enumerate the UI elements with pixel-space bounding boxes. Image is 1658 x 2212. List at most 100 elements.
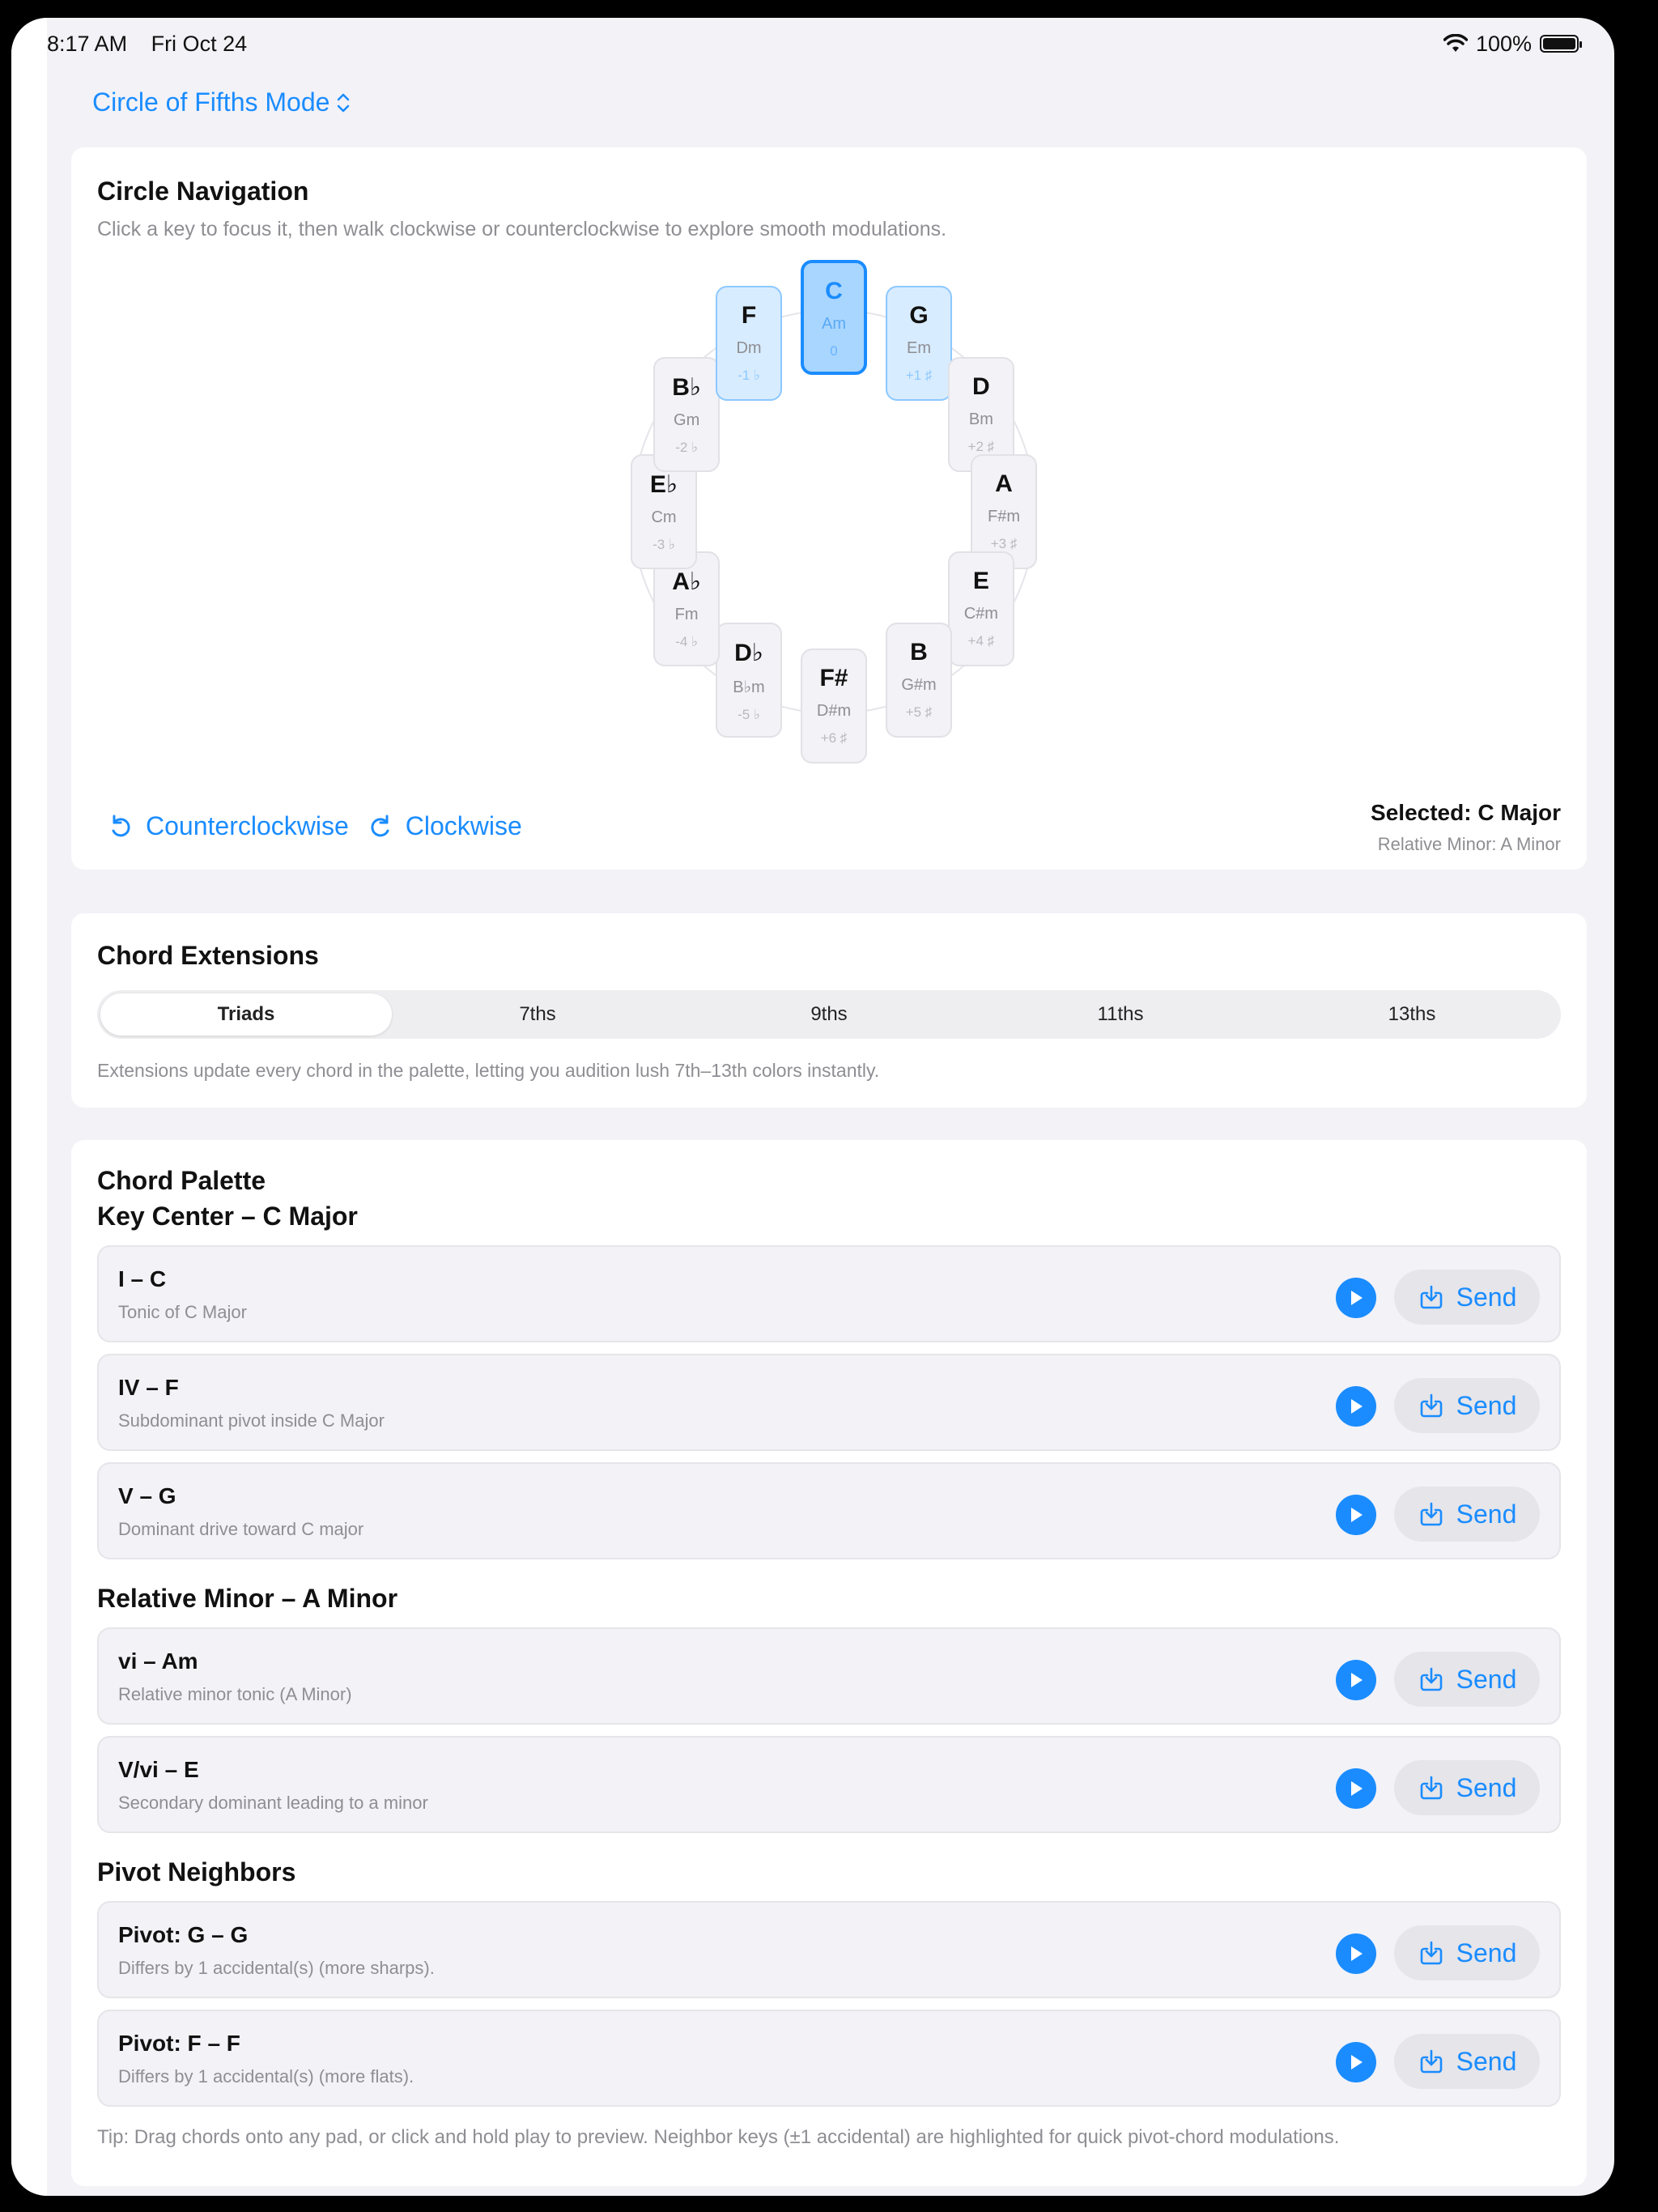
key-major-label: G	[909, 302, 929, 330]
selected-key-info: Selected: C Major Relative Minor: A Mino…	[1371, 800, 1561, 855]
chord-row[interactable]: Pivot: F – F Differs by 1 accidental(s) (…	[97, 2010, 1561, 2107]
chord-extensions-title: Chord Extensions	[97, 941, 319, 970]
chord-row[interactable]: I – C Tonic of C Major Send	[97, 1245, 1561, 1342]
play-button[interactable]	[1336, 1386, 1376, 1427]
chord-title: Pivot: G – G	[118, 1922, 249, 1947]
download-tray-icon	[1420, 1667, 1442, 1691]
key-acc-label: 0	[830, 343, 838, 359]
chord-description: Differs by 1 accidental(s) (more flats).	[118, 2066, 414, 2087]
segment-9ths[interactable]: 9ths	[683, 993, 975, 1036]
send-button[interactable]: Send	[1394, 1652, 1540, 1707]
play-icon	[1351, 1399, 1363, 1414]
key-button-6[interactable]: F# D#m +6 ♯	[801, 649, 867, 764]
send-button[interactable]: Send	[1394, 1925, 1540, 1980]
chord-row[interactable]: V/vi – E Secondary dominant leading to a …	[97, 1736, 1561, 1833]
play-button[interactable]	[1336, 1933, 1376, 1974]
key-button-7[interactable]: D♭ B♭m -5 ♭	[716, 622, 782, 738]
send-button[interactable]: Send	[1394, 1270, 1540, 1325]
key-button-0[interactable]: C Am 0	[801, 260, 867, 375]
key-button-5[interactable]: B G#m +5 ♯	[886, 622, 952, 738]
key-acc-label: -5 ♭	[738, 706, 760, 722]
key-major-label: E	[972, 568, 989, 594]
key-minor-label: Am	[822, 315, 846, 333]
chord-row[interactable]: IV – F Subdominant pivot inside C Major Se…	[97, 1354, 1561, 1451]
segment-triads[interactable]: Triads	[100, 993, 392, 1036]
key-major-label: B	[910, 638, 928, 666]
chord-row[interactable]: V – G Dominant drive toward C major Send	[97, 1462, 1561, 1559]
key-minor-label: Em	[907, 339, 931, 358]
key-acc-label: +3 ♯	[990, 536, 1018, 551]
key-major-label: C	[825, 278, 843, 304]
chord-title: Pivot: F – F	[118, 2031, 240, 2056]
chord-description: Dominant drive toward C major	[118, 1519, 364, 1539]
wifi-icon	[1443, 34, 1468, 52]
send-button[interactable]: Send	[1394, 1378, 1540, 1433]
section-title: Relative Minor – A Minor	[97, 1584, 398, 1613]
key-acc-label: +5 ♯	[905, 704, 933, 720]
battery-percent: 100%	[1475, 31, 1532, 56]
download-tray-icon	[1420, 1941, 1442, 1965]
counterclockwise-label: Counterclockwise	[146, 811, 349, 840]
circle-of-fifths: C Am 0 G Em +1 ♯ D Bm +2 ♯ A F#m +3 ♯ E C#m +4 ♯ B G#m +5…	[71, 260, 1587, 779]
mode-switch-label: Circle of Fifths Mode	[92, 87, 330, 117]
send-label: Send	[1456, 2046, 1517, 2076]
download-tray-icon	[1420, 1776, 1442, 1800]
key-acc-label: +4 ♯	[967, 633, 995, 649]
extensions-note: Extensions update every chord in the pal…	[97, 1060, 880, 1081]
key-major-label: F	[741, 302, 757, 330]
counterclockwise-button[interactable]: Counterclockwise	[107, 811, 349, 841]
chord-title: I – C	[118, 1266, 167, 1291]
section-title: Key Center – C Major	[97, 1202, 358, 1231]
key-button-11[interactable]: F Dm -1 ♭	[716, 286, 782, 402]
chord-palette-card: Chord Palette Tip: Drag chords onto any …	[71, 1140, 1587, 2186]
play-button[interactable]	[1336, 1278, 1376, 1318]
key-acc-label: +2 ♯	[967, 439, 995, 454]
key-acc-label: +1 ♯	[905, 368, 933, 384]
rotate-controls: Counterclockwise Clockwise	[107, 811, 522, 841]
key-major-label: B♭	[672, 374, 702, 401]
chord-title: V – G	[118, 1483, 176, 1508]
play-icon	[1351, 1508, 1363, 1522]
chord-palette-title: Chord Palette	[97, 1166, 266, 1195]
status-date: Fri Oct 24	[151, 31, 248, 56]
key-minor-label: F#m	[988, 508, 1020, 525]
play-icon	[1351, 1781, 1363, 1796]
chevron-updown-icon	[338, 93, 350, 112]
play-button[interactable]	[1336, 1495, 1376, 1535]
key-major-label: A♭	[672, 568, 702, 595]
chord-title: V/vi – E	[118, 1757, 199, 1782]
play-button[interactable]	[1336, 2042, 1376, 2082]
chord-description: Subdominant pivot inside C Major	[118, 1410, 385, 1431]
send-label: Send	[1456, 1499, 1517, 1529]
send-label: Send	[1456, 1390, 1517, 1420]
key-major-label: A	[995, 470, 1013, 497]
send-label: Send	[1456, 1664, 1517, 1694]
play-button[interactable]	[1336, 1768, 1376, 1809]
clockwise-button[interactable]: Clockwise	[367, 811, 522, 841]
chord-row[interactable]: vi – Am Relative minor tonic (A Minor) Sen…	[97, 1627, 1561, 1725]
key-button-1[interactable]: G Em +1 ♯	[886, 286, 952, 402]
segment-7ths[interactable]: 7ths	[392, 993, 683, 1036]
send-button[interactable]: Send	[1394, 1760, 1540, 1815]
key-minor-label: Bm	[968, 410, 993, 428]
send-button[interactable]: Send	[1394, 1487, 1540, 1542]
play-icon	[1351, 1946, 1363, 1961]
key-minor-label: Cm	[651, 508, 677, 526]
chord-row[interactable]: Pivot: G – G Differs by 1 accidental(s) (…	[97, 1901, 1561, 1998]
send-button[interactable]: Send	[1394, 2034, 1540, 2089]
key-button-4[interactable]: E C#m +4 ♯	[947, 551, 1014, 666]
key-button-10[interactable]: B♭ Gm -2 ♭	[653, 357, 721, 472]
status-time: 8:17 AM	[47, 31, 128, 56]
key-major-label: F#	[819, 665, 848, 691]
rotate-ccw-icon	[112, 815, 130, 836]
play-icon	[1351, 1291, 1363, 1305]
segment-13ths[interactable]: 13ths	[1266, 993, 1558, 1036]
mode-switch-button[interactable]: Circle of Fifths Mode	[92, 87, 351, 117]
send-label: Send	[1456, 1282, 1517, 1312]
play-button[interactable]	[1336, 1660, 1376, 1700]
rotate-cw-icon	[371, 815, 389, 836]
chord-description: Secondary dominant leading to a minor	[118, 1793, 428, 1813]
segment-11ths[interactable]: 11ths	[975, 993, 1266, 1036]
chord-description: Tonic of C Major	[118, 1302, 247, 1322]
left-edge	[11, 18, 47, 2196]
